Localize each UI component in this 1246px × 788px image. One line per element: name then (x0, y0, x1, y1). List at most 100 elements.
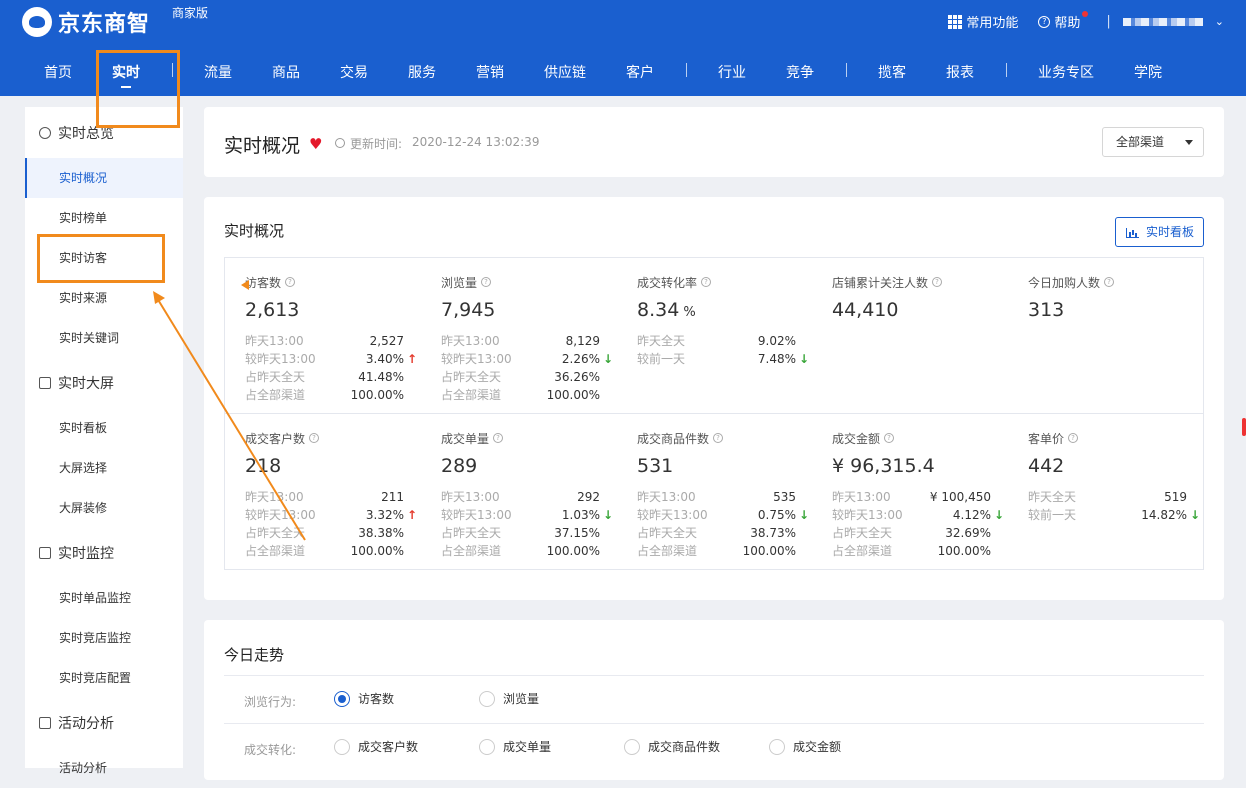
metric-detail-row: 较昨天13:00 3.40% ↑ (245, 350, 418, 368)
nav-customers[interactable]: 客户 (626, 62, 654, 82)
nav-lanke[interactable]: 揽客 (878, 62, 906, 82)
sidebar-item-activity-analysis[interactable]: 活动分析 (25, 748, 183, 788)
nav-traffic[interactable]: 流量 (204, 62, 232, 82)
help-button[interactable]: ? 帮助 (1038, 10, 1089, 31)
metric-detail-value-text: 4.12% (952, 508, 991, 522)
metric-detail-value: 100.00% (547, 386, 600, 404)
metric-label-text: 成交金额 (832, 431, 881, 446)
notification-dot-icon (1082, 10, 1089, 17)
sidebar-item-competitor-monitor[interactable]: 实时竞店监控 (25, 618, 183, 658)
metric-detail-value-text: 2.26% (561, 352, 600, 366)
sidebar-group-activity-analysis[interactable]: 活动分析 (25, 703, 183, 743)
sidebar-item-realtime-keywords[interactable]: 实时关键词 (25, 318, 183, 358)
highlight-box-nav-realtime (96, 50, 180, 128)
radio-dot-icon (334, 690, 350, 707)
sidebar-item-realtime-overview[interactable]: 实时概况 (25, 158, 183, 198)
radio-deal-orders[interactable]: 成交单量 (479, 738, 551, 755)
sidebar-item-realtime-sources[interactable]: 实时来源 (25, 278, 183, 318)
metric-detail-rows: 昨天13:00 2,527 较昨天13:00 3.40% ↑ 占昨天全天 41.48% 占全部… (245, 332, 418, 404)
question-icon[interactable]: ? (884, 433, 895, 443)
sidebar-item-realtime-board[interactable]: 实时看板 (25, 408, 183, 448)
question-icon[interactable]: ? (1068, 433, 1079, 443)
deal-conversion-row: 成交转化: 成交客户数 成交单量 成交商品件数 成交金额 (224, 723, 1204, 771)
nav-academy[interactable]: 学院 (1134, 62, 1162, 82)
metric-label: 成交金额? (832, 431, 1002, 446)
question-icon[interactable]: ? (932, 277, 943, 287)
metric-detail-label: 昨天13:00 (832, 490, 891, 504)
metric-detail-row: 占全部渠道 100.00% (441, 386, 611, 404)
realtime-board-button[interactable]: 实时看板 (1115, 217, 1204, 247)
clock-icon (335, 138, 345, 148)
metric-detail-value-text: 100.00% (546, 388, 600, 402)
trend-up-icon: ↑ (407, 352, 418, 366)
deal-conversion-label: 成交转化: (244, 743, 297, 757)
radio-deal-customers[interactable]: 成交客户数 (334, 738, 418, 755)
metric-detail-value-text: 100.00% (546, 544, 600, 558)
metric-detail-value: 14.82% ↓ (1141, 506, 1200, 524)
caret-down-icon (1185, 140, 1193, 145)
heart-icon[interactable]: ♥ (309, 135, 322, 153)
metric-detail-row: 占昨天全天 37.15% (441, 524, 611, 542)
chevron-down-icon[interactable]: ⌄ (1215, 15, 1224, 28)
metric-detail-label: 昨天13:00 (245, 334, 304, 348)
radio-dot-icon (479, 690, 495, 707)
metric-detail-row: 占全部渠道 100.00% (245, 542, 415, 560)
metric-detail-label: 较昨天13:00 (637, 508, 708, 522)
question-icon[interactable]: ? (481, 277, 492, 287)
sidebar-item-screen-decor[interactable]: 大屏装修 (25, 488, 183, 528)
channel-select[interactable]: 全部渠道 (1102, 127, 1204, 157)
metric-value: ¥ 96,315.4 (832, 455, 1002, 477)
jd-logo[interactable]: 京东商智 (22, 6, 150, 38)
main-nav: 首页 实时 流量 商品 交易 服务 营销 供应链 客户 行业 竞争 揽客 报表 … (0, 62, 1246, 88)
common-functions-button[interactable]: 常用功能 (948, 12, 1018, 31)
nav-home[interactable]: 首页 (44, 62, 72, 82)
question-icon[interactable]: ? (309, 433, 320, 443)
question-icon[interactable]: ? (701, 277, 712, 287)
user-account-name[interactable] (1122, 17, 1203, 26)
radio-label: 成交单量 (503, 740, 552, 754)
sidebar-group-big-screen[interactable]: 实时大屏 (25, 363, 183, 403)
question-icon[interactable]: ? (1104, 277, 1115, 287)
question-icon[interactable]: ? (493, 433, 504, 443)
trend-down-icon: ↓ (994, 508, 1005, 522)
sidebar-group-monitoring[interactable]: 实时监控 (25, 533, 183, 573)
nav-marketing[interactable]: 营销 (476, 62, 504, 82)
jd-dog-logo-icon (22, 7, 52, 37)
metric-label-text: 浏览量 (441, 275, 478, 290)
metric-detail-label: 占昨天全天 (637, 526, 698, 540)
sidebar-item-competitor-config[interactable]: 实时竞店配置 (25, 658, 183, 698)
nav-transactions[interactable]: 交易 (340, 62, 368, 82)
metric-detail-value-text: 292 (577, 490, 600, 504)
metric-detail-label: 较昨天13:00 (245, 508, 316, 522)
metric-detail-label: 昨天13:00 (441, 490, 500, 504)
sidebar-item-screen-select[interactable]: 大屏选择 (25, 448, 183, 488)
nav-business-zone[interactable]: 业务专区 (1038, 62, 1094, 82)
metric-detail-row: 较昨天13:00 0.75% ↓ (637, 506, 809, 524)
nav-industry[interactable]: 行业 (718, 62, 746, 82)
radio-visitors[interactable]: 访客数 (334, 690, 394, 707)
metric-detail-value-text: 41.48% (358, 370, 404, 384)
metric-detail-row: 较昨天13:00 4.12% ↓ (832, 506, 1005, 524)
metric-detail-value: 100.00% (351, 542, 404, 560)
nav-reports[interactable]: 报表 (946, 62, 974, 82)
update-time-label: 更新时间: (350, 137, 403, 151)
browse-behavior-label: 浏览行为: (244, 695, 297, 709)
nav-service[interactable]: 服务 (408, 62, 436, 82)
nav-supply-chain[interactable]: 供应链 (544, 62, 586, 82)
nav-products[interactable]: 商品 (272, 62, 300, 82)
edge-widget-tab[interactable] (1242, 418, 1246, 436)
metric-detail-value-text: 1.03% (561, 508, 600, 522)
metric-value: 313 (1028, 299, 1198, 321)
radio-page-views[interactable]: 浏览量 (479, 690, 539, 707)
metric-detail-row: 较昨天13:00 1.03% ↓ (441, 506, 613, 524)
radio-deal-amount[interactable]: 成交金额 (769, 738, 841, 755)
metric-value-text: 2,613 (245, 299, 300, 321)
sidebar-item-sku-monitor[interactable]: 实时单品监控 (25, 578, 183, 618)
browse-behavior-row: 浏览行为: 访客数 浏览量 (224, 675, 1204, 723)
nav-competition[interactable]: 竞争 (786, 62, 814, 82)
question-icon[interactable]: ? (713, 433, 724, 443)
sidebar-item-realtime-ranking[interactable]: 实时榜单 (25, 198, 183, 238)
question-icon[interactable]: ? (285, 277, 296, 287)
metric-detail-label: 较昨天13:00 (832, 508, 903, 522)
radio-deal-items[interactable]: 成交商品件数 (624, 738, 720, 755)
